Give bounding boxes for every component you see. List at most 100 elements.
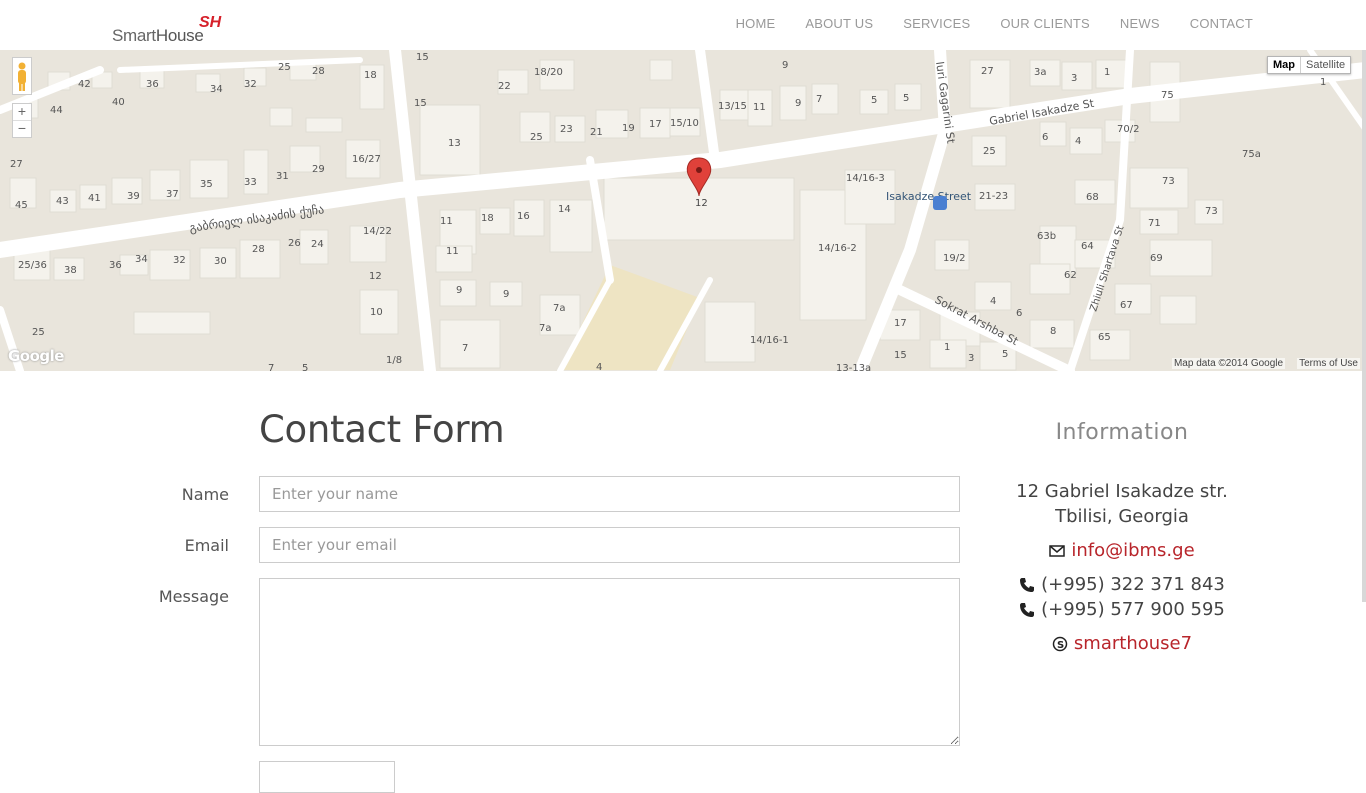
- street-view-pegman-icon[interactable]: [12, 57, 32, 95]
- google-map[interactable]: 42 40 36 34 32 25 28 18 15 15 18/20 22 44 27 45 43…: [0, 50, 1366, 371]
- svg-text:1: 1: [944, 342, 950, 353]
- svg-text:19: 19: [622, 123, 635, 134]
- phone-number-2[interactable]: (+995) 577 900 595: [1041, 597, 1225, 622]
- phone-icon: [1020, 577, 1035, 592]
- svg-text:68: 68: [1086, 192, 1099, 203]
- contact-form-title: Contact Form: [259, 408, 505, 451]
- page-scrollbar[interactable]: [1362, 50, 1366, 602]
- svg-text:62: 62: [1064, 270, 1077, 281]
- svg-text:15/10: 15/10: [670, 118, 699, 129]
- skype-icon: S: [1052, 636, 1068, 651]
- svg-text:25/36: 25/36: [18, 260, 47, 271]
- svg-text:27: 27: [981, 66, 994, 77]
- svg-text:75a: 75a: [1242, 149, 1261, 160]
- svg-text:5: 5: [903, 93, 909, 104]
- svg-text:7: 7: [462, 343, 468, 354]
- nav-home[interactable]: HOME: [736, 16, 776, 31]
- logo[interactable]: SH SmartHouse: [112, 12, 226, 45]
- svg-text:63b: 63b: [1037, 231, 1056, 242]
- submit-button[interactable]: [259, 761, 395, 793]
- svg-text:S: S: [1057, 640, 1064, 651]
- map-canvas[interactable]: 424036 34 3225 28 1815 1518/2022 442745 43…: [0, 50, 1366, 371]
- zoom-out-button[interactable]: −: [13, 121, 31, 137]
- svg-text:35: 35: [200, 179, 213, 190]
- envelope-icon: [1049, 544, 1066, 557]
- svg-text:41: 41: [88, 193, 101, 204]
- svg-text:67: 67: [1120, 300, 1133, 311]
- svg-text:33: 33: [244, 177, 257, 188]
- map-type-satellite-button[interactable]: Satellite: [1301, 57, 1350, 73]
- svg-text:7: 7: [268, 363, 274, 371]
- email-row: info@ibms.ge: [982, 540, 1262, 561]
- svg-text:28: 28: [312, 66, 325, 77]
- svg-text:17: 17: [649, 119, 662, 130]
- main-nav: HOME ABOUT US SERVICES OUR CLIENTS NEWS …: [706, 16, 1253, 31]
- email-link[interactable]: info@ibms.ge: [1071, 540, 1194, 561]
- email-input[interactable]: [259, 527, 960, 563]
- svg-text:70/2: 70/2: [1117, 124, 1139, 135]
- nav-services[interactable]: SERVICES: [903, 16, 970, 31]
- map-type-map-button[interactable]: Map: [1268, 57, 1301, 73]
- svg-text:7a: 7a: [553, 303, 566, 314]
- svg-text:1: 1: [1320, 77, 1326, 88]
- message-label: Message: [158, 587, 229, 606]
- svg-text:24: 24: [311, 239, 324, 250]
- svg-text:4: 4: [990, 296, 996, 307]
- svg-text:22: 22: [498, 81, 511, 92]
- svg-text:14/22: 14/22: [363, 226, 392, 237]
- svg-text:14/16-2: 14/16-2: [818, 243, 857, 254]
- information-title: Information: [1055, 420, 1189, 445]
- terms-of-use-link[interactable]: Terms of Use: [1297, 358, 1360, 369]
- nav-about-us[interactable]: ABOUT US: [805, 16, 873, 31]
- svg-text:4: 4: [1075, 136, 1081, 147]
- phone-number-1[interactable]: (+995) 322 371 843: [1041, 572, 1225, 597]
- svg-text:34: 34: [210, 84, 223, 95]
- nav-contact[interactable]: CONTACT: [1190, 16, 1253, 31]
- svg-text:15: 15: [894, 350, 907, 361]
- svg-text:18: 18: [364, 70, 377, 81]
- svg-text:30: 30: [214, 256, 227, 267]
- svg-text:9: 9: [795, 98, 801, 109]
- svg-text:6: 6: [1016, 308, 1022, 319]
- svg-text:11: 11: [440, 216, 453, 227]
- svg-text:18: 18: [481, 213, 494, 224]
- bus-stop-label: Isakadze Street: [886, 190, 972, 203]
- svg-text:13: 13: [448, 138, 461, 149]
- svg-text:38: 38: [64, 265, 77, 276]
- svg-text:21: 21: [590, 127, 603, 138]
- svg-text:3: 3: [1071, 73, 1077, 84]
- svg-text:40: 40: [112, 97, 125, 108]
- svg-text:5: 5: [1002, 349, 1008, 360]
- zoom-in-button[interactable]: +: [13, 104, 31, 121]
- google-logo[interactable]: Google: [8, 347, 64, 365]
- svg-text:42: 42: [78, 79, 91, 90]
- name-input[interactable]: [259, 476, 960, 512]
- svg-text:44: 44: [50, 105, 63, 116]
- skype-link[interactable]: smarthouse7: [1074, 633, 1192, 654]
- svg-text:15: 15: [416, 52, 429, 63]
- nav-our-clients[interactable]: OUR CLIENTS: [1000, 16, 1090, 31]
- svg-text:73: 73: [1162, 176, 1175, 187]
- message-textarea[interactable]: [259, 578, 960, 746]
- svg-text:31: 31: [276, 171, 289, 182]
- svg-text:3: 3: [968, 353, 974, 364]
- nav-news[interactable]: NEWS: [1120, 16, 1160, 31]
- svg-text:7: 7: [816, 94, 822, 105]
- svg-text:6: 6: [1042, 132, 1048, 143]
- svg-text:17: 17: [894, 318, 907, 329]
- svg-text:43: 43: [56, 196, 69, 207]
- svg-text:18/20: 18/20: [534, 67, 563, 78]
- svg-text:39: 39: [127, 191, 140, 202]
- svg-text:9: 9: [456, 285, 462, 296]
- svg-text:3a: 3a: [1034, 67, 1047, 78]
- svg-text:12: 12: [369, 271, 382, 282]
- svg-text:4: 4: [596, 362, 602, 371]
- svg-text:34: 34: [135, 254, 148, 265]
- bus-stop-icon: [933, 196, 947, 210]
- svg-text:15: 15: [414, 98, 427, 109]
- svg-text:14/16-3: 14/16-3: [846, 173, 885, 184]
- svg-text:13/15: 13/15: [718, 101, 747, 112]
- svg-text:69: 69: [1150, 253, 1163, 264]
- svg-text:16: 16: [517, 211, 530, 222]
- svg-text:75: 75: [1161, 90, 1174, 101]
